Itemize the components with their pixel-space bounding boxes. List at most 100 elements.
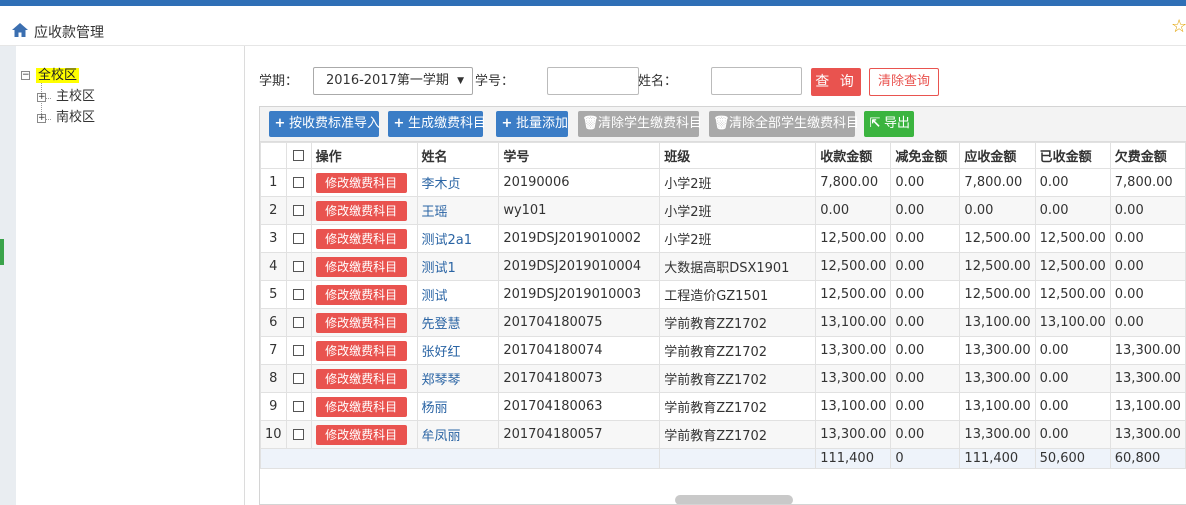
term-select[interactable]: 2016-2017第一学期 ▼ xyxy=(313,67,473,95)
clear-student-items-button[interactable]: 🗑清除学生缴费科目 xyxy=(578,111,702,137)
row-checkbox-cell xyxy=(285,392,312,421)
tree-node-main-campus[interactable]: 主校区 xyxy=(56,87,95,107)
col-header-received-amount[interactable]: 收款金额 xyxy=(815,142,892,169)
name-cell: 牟凤丽 xyxy=(416,420,500,449)
home-icon[interactable] xyxy=(12,23,28,37)
col-header-student-no[interactable]: 学号 xyxy=(498,142,661,169)
campus-tree-panel: − 全校区 + 主校区 + 南校区 xyxy=(16,46,245,505)
table-row[interactable]: 10 修改缴费科目 牟凤丽 201704180057 学前教育ZZ1702 13… xyxy=(260,420,1186,449)
tree-collapse-toggle[interactable]: − xyxy=(21,71,30,80)
col-header-action[interactable]: 操作 xyxy=(310,142,418,169)
edit-fee-items-button[interactable]: 修改缴费科目 xyxy=(315,284,407,305)
student-name-link[interactable]: 测试2a1 xyxy=(422,233,473,248)
action-cell: 修改缴费科目 xyxy=(310,308,418,337)
row-checkbox[interactable] xyxy=(293,345,305,356)
waived-amount-cell: 0.00 xyxy=(890,196,961,225)
student-no-cell: 2019DSJ2019010002 xyxy=(498,224,661,253)
tree-node-label[interactable]: 主校区 xyxy=(56,89,95,104)
clear-all-student-items-button[interactable]: 🗑清除全部学生缴费科目 xyxy=(709,111,859,137)
edit-fee-items-button[interactable]: 修改缴费科目 xyxy=(315,312,407,333)
table-row[interactable]: 8 修改缴费科目 郑琴琴 201704180073 学前教育ZZ1702 13,… xyxy=(260,364,1186,393)
name-cell: 测试1 xyxy=(416,252,500,281)
student-name-link[interactable]: 测试1 xyxy=(422,261,456,276)
row-checkbox-cell xyxy=(285,224,312,253)
class-cell: 学前教育ZZ1702 xyxy=(659,364,817,393)
edit-fee-items-button[interactable]: 修改缴费科目 xyxy=(315,172,407,193)
edit-fee-items-button[interactable]: 修改缴费科目 xyxy=(315,368,407,389)
waived-amount-cell: 0.00 xyxy=(890,224,961,253)
received-amount-cell: 12,500.00 xyxy=(815,252,892,281)
col-header-arrears-amount[interactable]: 欠费金额 xyxy=(1109,142,1186,169)
table-row[interactable]: 7 修改缴费科目 张好红 201704180074 学前教育ZZ1702 13,… xyxy=(260,336,1186,365)
class-cell: 学前教育ZZ1702 xyxy=(659,336,817,365)
table-row[interactable]: 9 修改缴费科目 杨丽 201704180063 学前教育ZZ1702 13,1… xyxy=(260,392,1186,421)
name-input[interactable] xyxy=(711,67,802,95)
tree-node-south-campus[interactable]: 南校区 xyxy=(56,108,95,128)
received-amount-cell: 0.00 xyxy=(815,196,892,225)
edit-fee-items-button[interactable]: 修改缴费科目 xyxy=(315,200,407,221)
table-row[interactable]: 4 修改缴费科目 测试1 2019DSJ2019010004 大数据高职DSX1… xyxy=(260,252,1186,281)
edit-fee-items-button[interactable]: 修改缴费科目 xyxy=(315,396,407,417)
row-checkbox[interactable] xyxy=(293,289,305,300)
row-checkbox[interactable] xyxy=(293,205,305,216)
tree-node-label[interactable]: 全校区 xyxy=(36,68,80,83)
row-checkbox[interactable] xyxy=(293,261,305,272)
student-name-link[interactable]: 郑琴琴 xyxy=(422,373,461,388)
export-button[interactable]: ⇱ 导出 xyxy=(864,111,914,137)
table-row[interactable]: 6 修改缴费科目 先登慧 201704180075 学前教育ZZ1702 13,… xyxy=(260,308,1186,337)
class-cell: 学前教育ZZ1702 xyxy=(659,420,817,449)
clear-query-button[interactable]: 清除查询 xyxy=(869,68,939,96)
row-checkbox[interactable] xyxy=(293,401,305,412)
col-header-paid-amount[interactable]: 已收金额 xyxy=(1034,142,1111,169)
row-checkbox[interactable] xyxy=(293,177,305,188)
edit-fee-items-button[interactable]: 修改缴费科目 xyxy=(315,256,407,277)
generate-items-button[interactable]: + 生成缴费科目 xyxy=(388,111,486,137)
waived-amount-cell: 0.00 xyxy=(890,308,961,337)
col-header-waived-amount[interactable]: 减免金额 xyxy=(890,142,961,169)
table-header-row: 操作 姓名 学号 班级 收款金额 减免金额 应收金额 已收金额 欠费金额 xyxy=(260,142,1186,169)
col-header-name[interactable]: 姓名 xyxy=(416,142,500,169)
student-name-link[interactable]: 王瑶 xyxy=(422,205,448,220)
tree-expand-toggle[interactable]: + xyxy=(37,114,46,123)
student-name-link[interactable]: 李木贞 xyxy=(422,177,461,192)
tree-expand-toggle[interactable]: + xyxy=(37,93,46,102)
student-name-link[interactable]: 测试 xyxy=(422,289,448,304)
batch-add-button[interactable]: + 批量添加 xyxy=(496,111,568,137)
query-button[interactable]: 查 询 xyxy=(811,68,861,96)
student-no-input[interactable] xyxy=(547,67,639,95)
edit-fee-items-button[interactable]: 修改缴费科目 xyxy=(315,424,407,445)
table-row[interactable]: 1 修改缴费科目 李木贞 20190006 小学2班 7,800.00 0.00… xyxy=(260,168,1186,197)
favorite-star-icon[interactable]: ☆ xyxy=(1171,18,1186,36)
select-all-checkbox-cell xyxy=(285,142,312,169)
row-checkbox[interactable] xyxy=(293,373,305,384)
main-content: 学期： 2016-2017第一学期 ▼ 学号： 姓名： 查 询 清除查询 + 按收… xyxy=(246,46,1186,505)
active-nav-marker xyxy=(0,239,4,265)
row-checkbox-cell xyxy=(285,196,312,225)
student-name-link[interactable]: 先登慧 xyxy=(422,317,461,332)
table-row[interactable]: 2 修改缴费科目 王瑶 wy101 小学2班 0.00 0.00 0.00 0.… xyxy=(260,196,1186,225)
row-checkbox[interactable] xyxy=(293,233,305,244)
arrears-amount-cell: 13,300.00 xyxy=(1109,364,1186,393)
received-amount-cell: 7,800.00 xyxy=(815,168,892,197)
select-all-checkbox[interactable] xyxy=(293,150,305,161)
table-row[interactable]: 5 修改缴费科目 测试 2019DSJ2019010003 工程造价GZ1501… xyxy=(260,280,1186,309)
row-checkbox[interactable] xyxy=(293,429,305,440)
table-row[interactable]: 3 修改缴费科目 测试2a1 2019DSJ2019010002 小学2班 12… xyxy=(260,224,1186,253)
row-checkbox[interactable] xyxy=(293,317,305,328)
student-name-link[interactable]: 牟凤丽 xyxy=(422,429,461,444)
tree-node-all-campus[interactable]: 全校区 xyxy=(36,66,80,86)
waived-amount-cell: 0.00 xyxy=(890,364,961,393)
col-header-class[interactable]: 班级 xyxy=(659,142,817,169)
receivable-amount-cell: 12,500.00 xyxy=(959,224,1036,253)
edit-fee-items-button[interactable]: 修改缴费科目 xyxy=(315,340,407,361)
student-name-link[interactable]: 杨丽 xyxy=(422,401,448,416)
import-standard-button[interactable]: + 按收费标准导入 xyxy=(269,111,380,137)
totals-row: 111,400 0 111,400 50,600 60,800 xyxy=(260,448,1186,469)
class-cell: 小学2班 xyxy=(659,196,817,225)
edit-fee-items-button[interactable]: 修改缴费科目 xyxy=(315,228,407,249)
tree-node-label[interactable]: 南校区 xyxy=(56,110,95,125)
col-header-receivable-amount[interactable]: 应收金额 xyxy=(959,142,1036,169)
student-no-cell: 2019DSJ2019010004 xyxy=(498,252,661,281)
horizontal-scrollbar-thumb[interactable] xyxy=(675,495,793,504)
student-name-link[interactable]: 张好红 xyxy=(422,345,461,360)
